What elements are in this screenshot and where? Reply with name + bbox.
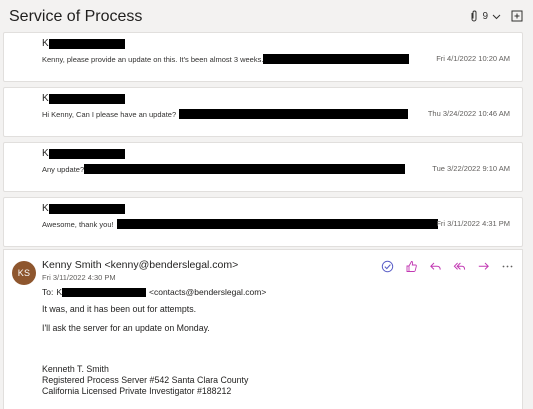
conversation-title: Service of Process bbox=[9, 8, 143, 25]
message-preview: Any update? bbox=[42, 164, 406, 174]
attachment-icon[interactable] bbox=[470, 10, 478, 22]
like-icon[interactable] bbox=[405, 260, 418, 273]
message-item[interactable]: K Hi Kenny, Can I please have an update?… bbox=[3, 87, 523, 137]
preview-text: Hi Kenny, Can I please have an update? bbox=[42, 109, 177, 119]
pop-out-icon[interactable] bbox=[511, 10, 523, 22]
to-label: To: bbox=[42, 287, 54, 297]
redacted-block bbox=[84, 164, 406, 174]
forward-icon[interactable] bbox=[477, 260, 490, 273]
redacted-block bbox=[116, 219, 438, 229]
header-actions: 9 bbox=[470, 8, 523, 24]
message-sent-date: Fri 3/11/2022 4:30 PM bbox=[42, 273, 116, 282]
message-item[interactable]: K Kenny, please provide an update on thi… bbox=[3, 32, 523, 82]
attachment-count[interactable]: 9 bbox=[482, 11, 488, 22]
open-message: KS Kenny Smith <kenny@benderslegal.com> … bbox=[3, 249, 523, 409]
redacted-block bbox=[179, 109, 409, 119]
message-preview: Awesome, thank you! bbox=[42, 219, 438, 229]
recipient-address[interactable]: <contacts@benderslegal.com> bbox=[149, 287, 266, 297]
message-from[interactable]: Kenny Smith <kenny@benderslegal.com> bbox=[42, 259, 238, 271]
message-actions bbox=[381, 260, 514, 273]
signature-line: Kenneth T. Smith bbox=[42, 364, 109, 374]
avatar[interactable]: KS bbox=[12, 261, 36, 285]
sender-initial: K bbox=[42, 93, 49, 104]
preview-text: Any update? bbox=[42, 164, 85, 174]
conversation-header: Service of Process 9 bbox=[0, 0, 533, 32]
message-sender: K bbox=[42, 203, 125, 214]
body-line: I'll ask the server for an update on Mon… bbox=[42, 323, 210, 333]
redacted-block bbox=[62, 287, 147, 297]
recipients-line: To: K <contacts@benderslegal.com> bbox=[42, 287, 266, 297]
redacted-block bbox=[48, 148, 125, 159]
reply-icon[interactable] bbox=[429, 260, 442, 273]
message-preview: Hi Kenny, Can I please have an update? bbox=[42, 109, 409, 119]
redacted-block bbox=[263, 54, 410, 64]
message-preview: Kenny, please provide an update on this.… bbox=[42, 54, 410, 64]
body-line: It was, and it has been out for attempts… bbox=[42, 304, 197, 314]
preview-text: Awesome, thank you! bbox=[42, 219, 114, 229]
sender-initial: K bbox=[42, 203, 49, 214]
reply-all-icon[interactable] bbox=[453, 260, 466, 273]
signature-line: Registered Process Server #542 Santa Cla… bbox=[42, 375, 249, 385]
redacted-block bbox=[48, 203, 125, 214]
redacted-block bbox=[48, 93, 125, 104]
message-item[interactable]: K Any update? Tue 3/22/2022 9:10 AM bbox=[3, 142, 523, 192]
redacted-block bbox=[48, 38, 125, 49]
sender-initial: K bbox=[42, 148, 49, 159]
message-date: Fri 3/11/2022 4:31 PM bbox=[436, 219, 510, 228]
chevron-down-icon[interactable] bbox=[492, 12, 501, 21]
signature-line: California Licensed Private Investigator… bbox=[42, 386, 232, 396]
message-date: Tue 3/22/2022 9:10 AM bbox=[432, 164, 510, 173]
message-sender: K bbox=[42, 148, 125, 159]
message-date: Thu 3/24/2022 10:46 AM bbox=[427, 109, 510, 118]
preview-text: Kenny, please provide an update on this.… bbox=[42, 54, 264, 64]
sender-initial: K bbox=[42, 38, 49, 49]
message-sender: K bbox=[42, 93, 125, 104]
more-options-icon[interactable] bbox=[501, 260, 514, 273]
mark-done-icon[interactable] bbox=[381, 260, 394, 273]
message-sender: K bbox=[42, 38, 125, 49]
message-item[interactable]: K Awesome, thank you! Fri 3/11/2022 4:31… bbox=[3, 197, 523, 247]
message-date: Fri 4/1/2022 10:20 AM bbox=[436, 54, 510, 63]
